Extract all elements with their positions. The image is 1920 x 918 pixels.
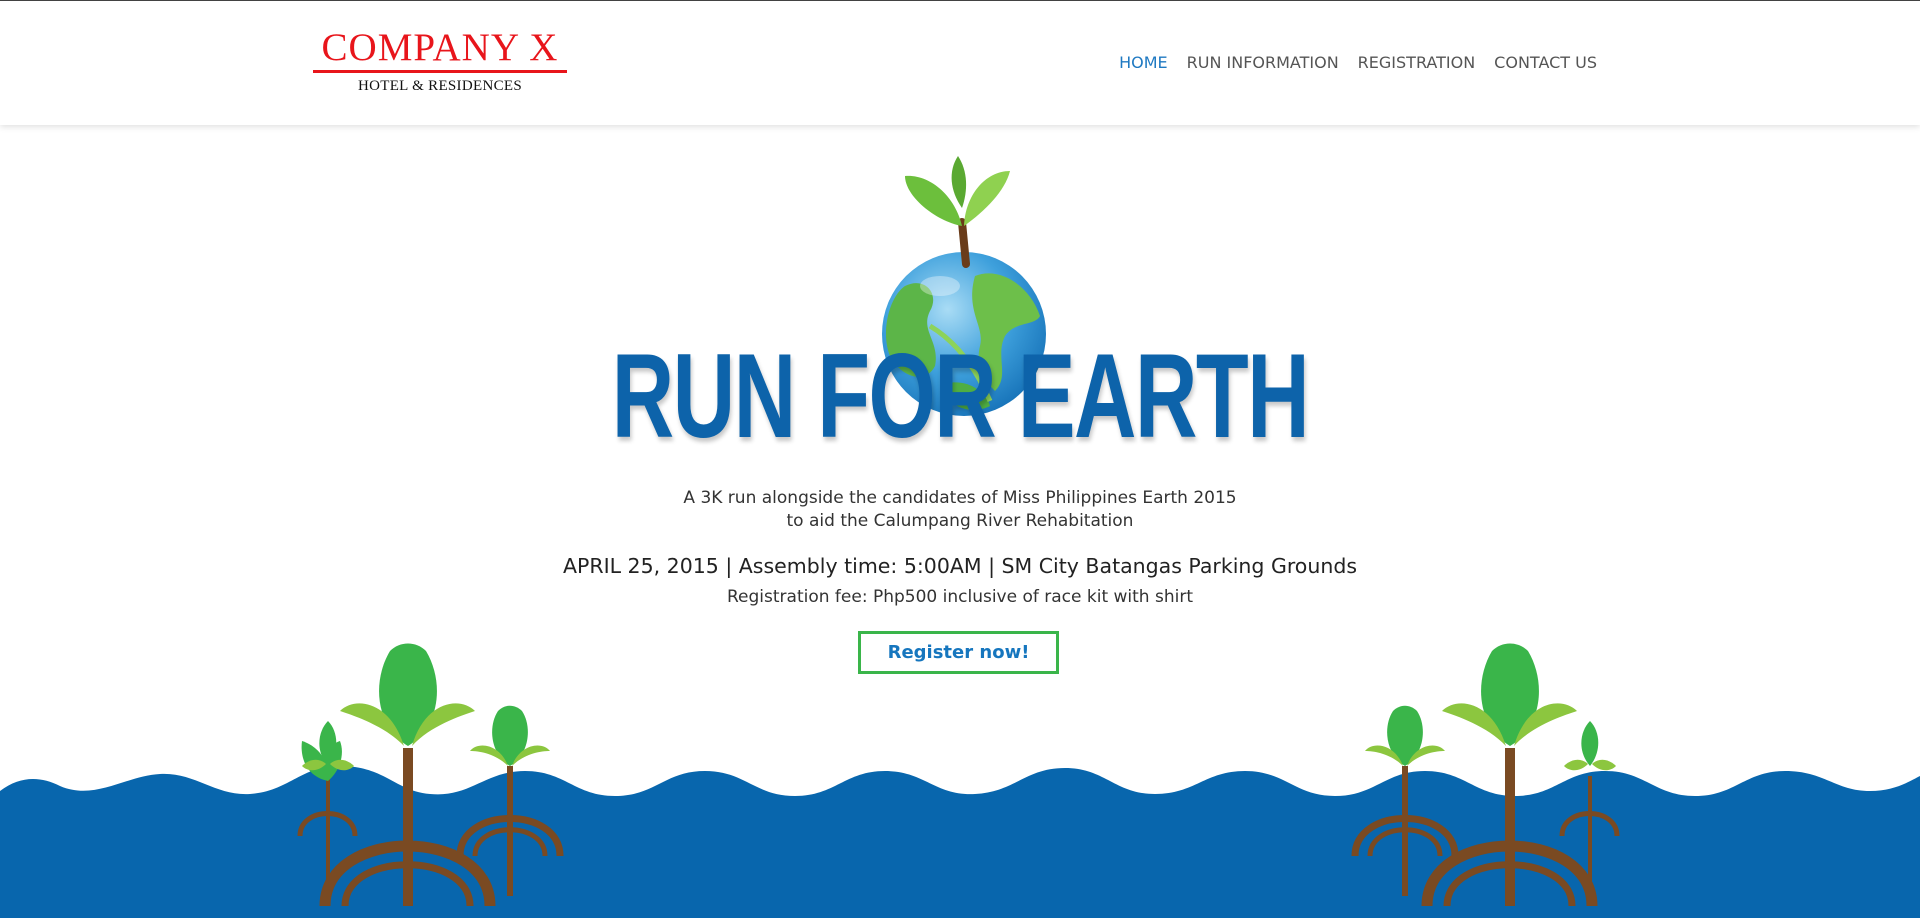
event-title: RUN FOR EARTH [611,329,1310,463]
logo-name: COMPANY X [321,26,559,69]
sprout-icon [905,156,1010,268]
hero-section: RUN FOR EARTH A 3K run alongside the can… [0,126,1920,918]
description-line-1: A 3K run alongside the candidates of Mis… [683,488,1237,508]
description-line-2: to aid the Calumpang River Rehabitation [786,511,1134,531]
nav-run-information[interactable]: RUN INFORMATION [1187,53,1339,72]
main-nav: HOME RUN INFORMATION REGISTRATION CONTAC… [1119,53,1597,72]
event-description: A 3K run alongside the candidates of Mis… [0,487,1920,533]
nav-contact-us[interactable]: CONTACT US [1494,53,1597,72]
event-details: APRIL 25, 2015 | Assembly time: 5:00AM |… [562,554,1358,578]
logo-divider [313,70,567,73]
nav-registration[interactable]: REGISTRATION [1358,53,1476,72]
registration-fee: Registration fee: Php500 inclusive of ra… [727,587,1193,607]
water-waves-icon [0,766,1920,918]
register-button[interactable]: Register now! [858,631,1059,674]
company-logo[interactable]: COMPANY X HOTEL & RESIDENCES [313,27,567,95]
logo-tagline: HOTEL & RESIDENCES [357,78,522,94]
site-header: COMPANY X HOTEL & RESIDENCES HOME RUN IN… [0,1,1920,125]
nav-home[interactable]: HOME [1119,53,1168,72]
